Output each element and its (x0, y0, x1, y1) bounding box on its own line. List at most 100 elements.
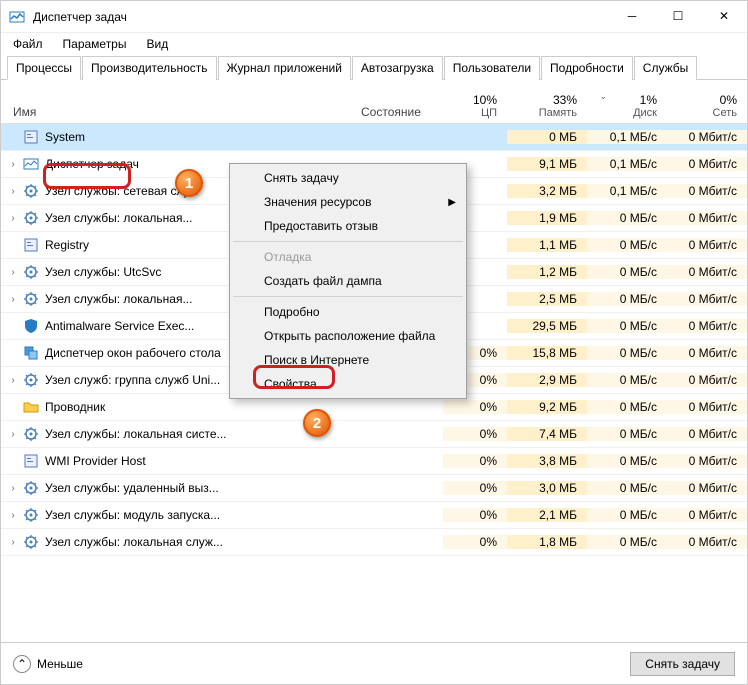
ctx-debug: Отладка (232, 245, 464, 269)
col-header-cpu[interactable]: 10% ЦП (443, 89, 507, 123)
tab-users[interactable]: Пользователи (444, 56, 540, 80)
process-icon (23, 291, 39, 307)
fewer-details-button[interactable]: ⌃ Меньше (13, 655, 83, 673)
menu-view[interactable]: Вид (138, 35, 176, 53)
menu-file[interactable]: Файл (5, 35, 51, 53)
tabstrip: Процессы Производительность Журнал прило… (1, 55, 747, 80)
disk-value: 0 МБ/с (587, 508, 667, 522)
ctx-end-task[interactable]: Снять задачу (232, 166, 464, 190)
process-name: System (45, 130, 443, 144)
taskmgr-icon (9, 9, 25, 25)
memory-value: 7,4 МБ (507, 427, 587, 441)
process-row[interactable]: ›Узел службы: локальная служ...0%1,8 МБ0… (1, 529, 747, 556)
expand-toggle-icon[interactable]: › (1, 294, 17, 305)
process-name: Проводник (45, 400, 443, 414)
network-value: 0 Мбит/с (667, 130, 747, 144)
net-percent: 0% (677, 93, 737, 107)
disk-value: 0 МБ/с (587, 454, 667, 468)
disk-label: Диск (597, 107, 657, 119)
disk-value: 0 МБ/с (587, 265, 667, 279)
tab-details[interactable]: Подробности (541, 56, 633, 80)
expand-toggle-icon[interactable]: › (1, 186, 17, 197)
disk-value: 0 МБ/с (587, 427, 667, 441)
minimize-button[interactable]: ─ (609, 1, 655, 33)
window-title: Диспетчер задач (33, 10, 609, 24)
col-header-name[interactable]: Имя (1, 101, 353, 123)
memory-value: 2,1 МБ (507, 508, 587, 522)
expand-toggle-icon[interactable]: › (1, 537, 17, 548)
network-value: 0 Мбит/с (667, 400, 747, 414)
close-button[interactable]: ✕ (701, 1, 747, 33)
expand-toggle-icon[interactable]: › (1, 429, 17, 440)
process-row[interactable]: WMI Provider Host0%3,8 МБ0 МБ/с0 Мбит/с (1, 448, 747, 475)
process-icon (23, 480, 39, 496)
ctx-resource-values[interactable]: Значения ресурсов ▶ (232, 190, 464, 214)
disk-value: 0 МБ/с (587, 346, 667, 360)
process-row[interactable]: › Узел службы: локальная систе...0%7,4 МБ… (1, 421, 747, 448)
process-name: Узел службы: локальная систе... (45, 427, 443, 441)
expand-toggle-icon[interactable]: › (1, 267, 17, 278)
process-icon (23, 156, 39, 172)
process-row[interactable]: ›Узел службы: удаленный выз...0%3,0 МБ0 … (1, 475, 747, 502)
column-headers: Имя Состояние 10% ЦП 33% Память ⌄ 1% Дис… (1, 80, 747, 124)
expand-toggle-icon[interactable]: › (1, 159, 17, 170)
cpu-value: 0% (443, 427, 507, 441)
process-icon (23, 129, 39, 145)
process-row[interactable]: System0 МБ0,1 МБ/с0 Мбит/с (1, 124, 747, 151)
expand-toggle-icon[interactable]: › (1, 510, 17, 521)
ctx-separator (233, 296, 463, 297)
expand-toggle-icon[interactable]: › (1, 375, 17, 386)
ctx-go-details[interactable]: Подробно (232, 300, 464, 324)
expand-toggle-icon[interactable]: › (1, 483, 17, 494)
memory-value: 1,8 МБ (507, 535, 587, 549)
cpu-value: 0% (443, 400, 507, 414)
menu-options[interactable]: Параметры (55, 35, 135, 53)
tab-processes[interactable]: Процессы (7, 56, 81, 80)
submenu-arrow-icon: ▶ (448, 197, 456, 208)
process-icon (23, 399, 39, 415)
network-value: 0 Мбит/с (667, 265, 747, 279)
network-value: 0 Мбит/с (667, 508, 747, 522)
col-header-memory[interactable]: 33% Память (507, 89, 587, 123)
process-row[interactable]: ›Узел службы: модуль запуска...0%2,1 МБ0… (1, 502, 747, 529)
disk-value: 0 МБ/с (587, 319, 667, 333)
disk-value: 0 МБ/с (587, 292, 667, 306)
ctx-feedback[interactable]: Предоставить отзыв (232, 214, 464, 238)
memory-value: 1,2 МБ (507, 265, 587, 279)
memory-value: 0 МБ (507, 130, 587, 144)
col-header-state[interactable]: Состояние (353, 101, 443, 123)
process-icon (23, 426, 39, 442)
tab-performance[interactable]: Производительность (82, 56, 216, 80)
expand-toggle-icon[interactable]: › (1, 213, 17, 224)
disk-value: 0 МБ/с (587, 373, 667, 387)
tab-app-history[interactable]: Журнал приложений (218, 56, 351, 80)
sort-chevron-icon: ⌄ (599, 91, 607, 102)
ctx-resource-values-label: Значения ресурсов (264, 195, 371, 209)
end-task-button[interactable]: Снять задачу (630, 652, 735, 676)
net-label: Сеть (677, 107, 737, 119)
process-name: Узел службы: модуль запуска... (45, 508, 443, 522)
process-icon (23, 183, 39, 199)
annotation-badge-2: 2 (303, 409, 331, 437)
network-value: 0 Мбит/с (667, 427, 747, 441)
col-header-network[interactable]: 0% Сеть (667, 89, 747, 123)
ctx-properties[interactable]: Свойства (232, 372, 464, 396)
memory-value: 3,0 МБ (507, 481, 587, 495)
memory-value: 2,5 МБ (507, 292, 587, 306)
network-value: 0 Мбит/с (667, 319, 747, 333)
memory-value: 3,8 МБ (507, 454, 587, 468)
tab-services[interactable]: Службы (634, 56, 697, 80)
ctx-search-online[interactable]: Поиск в Интернете (232, 348, 464, 372)
process-name: Узел службы: локальная служ... (45, 535, 443, 549)
memory-value: 15,8 МБ (507, 346, 587, 360)
mem-label: Память (517, 107, 577, 119)
ctx-create-dump[interactable]: Создать файл дампа (232, 269, 464, 293)
maximize-button[interactable]: ☐ (655, 1, 701, 33)
col-header-disk[interactable]: ⌄ 1% Диск (587, 89, 667, 123)
tab-startup[interactable]: Автозагрузка (352, 56, 443, 80)
process-name: Узел службы: удаленный выз... (45, 481, 443, 495)
process-icon (23, 237, 39, 253)
mem-percent: 33% (517, 93, 577, 107)
ctx-open-location[interactable]: Открыть расположение файла (232, 324, 464, 348)
process-icon (23, 345, 39, 361)
